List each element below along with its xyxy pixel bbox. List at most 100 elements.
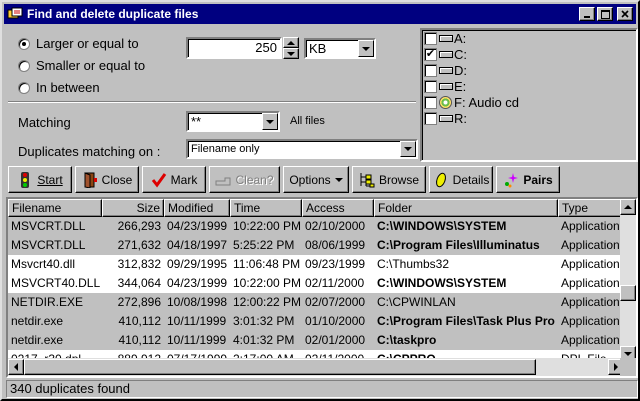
clean-hand-icon [215,177,231,185]
drive-checkbox[interactable] [424,79,437,93]
scroll-up-button[interactable] [620,199,636,215]
table-row[interactable]: netdir.exe 410,112 10/11/1999 3:01:32 PM 01/… [8,312,636,331]
radio-between-circle[interactable] [18,81,30,94]
dup-on-dropdown-button[interactable] [400,141,416,157]
radio-smaller[interactable]: Smaller or equal to [18,58,145,73]
column-header-time[interactable]: Time [230,199,302,217]
unit-select-value: KB [309,41,327,56]
matching-label: Matching [18,115,71,130]
drive-checkbox[interactable]: ✔ [424,47,437,61]
drive-list[interactable]: A: ✔ C: D: E: F: Audio cd R: [420,28,638,162]
cell-time: 4:01:32 PM [233,333,295,347]
hard-drive-icon [439,82,453,90]
column-header-filename[interactable]: Filename [8,199,102,217]
size-value-field[interactable]: 250 [186,37,282,59]
column-header-size[interactable]: Size [102,199,164,217]
sparkle-icon [505,172,519,187]
horizontal-scrollbar[interactable] [8,358,624,376]
radio-smaller-label: Smaller or equal to [36,58,146,73]
table-row[interactable]: MSVCRT40.DLL 344,064 04/23/1999 10:22:00 PM… [8,274,636,293]
size-spinner[interactable] [283,37,299,59]
cd-drive-icon [439,95,452,109]
table-row[interactable]: MSVCRT.DLL 266,293 04/23/1999 10:22:00 PM 02… [8,217,636,236]
table-row[interactable]: MSVCRT.DLL 271,632 04/18/1997 5:25:22 PM 08/… [8,236,636,255]
drive-checkbox[interactable] [424,111,437,125]
options-button[interactable]: Options [283,166,349,193]
dup-on-select[interactable]: Filename only [186,139,418,159]
cell-access: 02/07/2000 [305,295,366,309]
radio-smaller-circle[interactable] [18,59,30,72]
drive-item[interactable]: R: [424,110,519,126]
maximize-button[interactable] [597,7,613,21]
column-header-folder[interactable]: Folder [374,199,558,217]
column-header-access[interactable]: Access [302,199,374,217]
cell-size: 266,293 [117,219,161,233]
radio-larger-circle[interactable] [18,37,30,50]
table-row[interactable]: netdir.exe 410,112 10/11/1999 4:01:32 PM 02/… [8,331,636,350]
arrow-right-icon [614,363,618,371]
start-button[interactable]: Start [8,166,72,193]
options-label: Options [289,172,331,187]
dup-on-label: Duplicates matching on : [18,144,161,159]
vertical-scroll-thumb[interactable] [620,285,636,301]
details-button[interactable]: Details [429,166,493,193]
drive-item[interactable]: F: Audio cd [424,94,519,110]
cell-folder: C:\Program Files\Task Plus Pro [377,314,555,328]
cell-size: 344,064 [117,276,161,290]
cell-modified: 10/11/1999 [167,333,227,347]
title-bar: Find and delete duplicate files [4,4,636,24]
cell-filename: NETDIR.EXE [11,295,84,309]
table-row[interactable]: Msvcrt40.dll 312,832 09/29/1995 11:06:48 PM… [8,255,636,274]
matching-dropdown-button[interactable] [262,113,278,130]
drive-item[interactable]: ✔ C: [424,46,519,62]
matching-hint: All files [290,115,325,127]
drive-checkbox[interactable] [424,95,437,109]
unit-select[interactable]: KB [304,38,376,59]
arrow-left-icon [14,363,18,371]
browse-button[interactable]: Browse [352,166,426,193]
arrow-down-icon [624,352,632,356]
main-window: Find and delete duplicate files Larger o… [0,0,640,401]
scroll-left-button[interactable] [8,359,24,375]
clean-label: Clean? [235,172,274,187]
divider [8,101,416,103]
table-row[interactable]: NETDIR.EXE 272,896 10/08/1998 12:00:22 PM 02… [8,293,636,312]
close-button[interactable]: Close [75,166,139,193]
cell-access: 02/01/2000 [305,333,366,347]
drive-checkbox[interactable] [424,63,437,77]
clean-button[interactable]: Clean? [209,166,280,193]
cell-time: 10:22:00 PM [233,276,302,290]
radio-between[interactable]: In between [18,80,100,95]
chevron-down-icon [334,177,343,182]
chevron-down-icon [362,46,370,51]
pairs-button[interactable]: Pairs [496,166,560,193]
radio-larger[interactable]: Larger or equal to [18,36,139,51]
drive-item[interactable]: E: [424,78,519,94]
drive-item[interactable]: A: [424,30,519,46]
horizontal-scroll-thumb[interactable] [24,359,536,375]
cell-time: 5:25:22 PM [233,238,295,252]
close-window-button[interactable] [617,7,633,21]
details-label: Details [452,172,490,187]
minimize-icon [584,16,590,18]
column-header-modified[interactable]: Modified [164,199,230,217]
spin-up-button[interactable] [283,37,299,48]
cell-folder: C:\taskpro [377,333,437,347]
matching-combo[interactable]: ** [186,111,280,132]
minimize-button[interactable] [579,7,595,21]
door-exit-icon [84,171,97,188]
cell-size: 272,896 [117,295,161,309]
cell-access: 02/10/2000 [305,219,366,233]
drive-item[interactable]: D: [424,62,519,78]
mark-button[interactable]: Mark [142,166,206,193]
spin-down-button[interactable] [283,48,299,59]
status-bar: 340 duplicates found [6,380,638,398]
start-label: Start [37,172,63,187]
unit-dropdown-button[interactable] [358,40,374,57]
drive-checkbox[interactable] [424,31,437,45]
vertical-scrollbar[interactable] [620,199,636,362]
cell-filename: MSVCRT.DLL [11,219,86,233]
results-table[interactable]: Filename Size Modified Time Access Folder Type… [6,197,638,378]
cell-folder: C:\CPWINLAN [377,295,456,309]
cell-size: 410,112 [118,314,162,328]
